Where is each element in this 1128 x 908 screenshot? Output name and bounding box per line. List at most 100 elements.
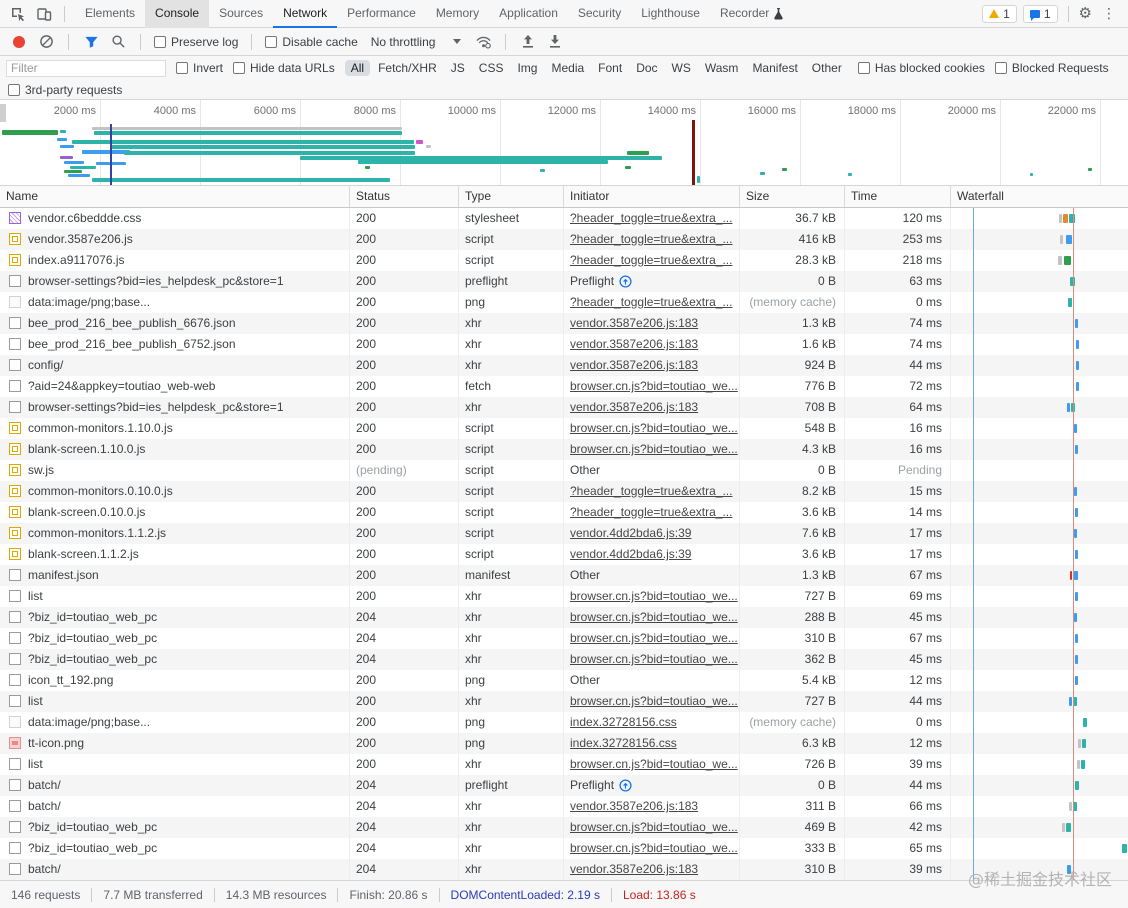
column-header-waterfall[interactable]: Waterfall: [951, 186, 1128, 207]
table-row[interactable]: blank-screen.1.1.2.js 200 script vendor.4dd…: [0, 544, 1128, 565]
cell-name[interactable]: vendor.c6beddde.css: [0, 208, 350, 229]
cell-name[interactable]: config/: [0, 355, 350, 376]
issues-badge[interactable]: 1: [1022, 4, 1058, 23]
cell-name[interactable]: ?biz_id=toutiao_web_pc: [0, 649, 350, 670]
third-party-checkbox[interactable]: [8, 83, 20, 96]
disable-cache-checkbox[interactable]: [265, 35, 278, 48]
initiator-link[interactable]: vendor.3587e206.js:183: [570, 337, 698, 351]
cell-name[interactable]: icon_tt_192.png: [0, 670, 350, 691]
cell-name[interactable]: browser-settings?bid=ies_helpdesk_pc&sto…: [0, 271, 350, 292]
table-row[interactable]: batch/204 xhr vendor.3587e206.js:183 311 B6…: [0, 796, 1128, 817]
column-header-name[interactable]: Name: [0, 186, 350, 207]
filter-type-all[interactable]: All: [344, 60, 371, 76]
table-row[interactable]: browser-settings?bid=ies_helpdesk_pc&sto…: [0, 397, 1128, 418]
search-icon[interactable]: [109, 33, 127, 51]
filter-type-font[interactable]: Font: [592, 60, 628, 76]
filter-type-doc[interactable]: Doc: [630, 60, 663, 76]
filter-type-img[interactable]: Img: [511, 60, 543, 76]
initiator-link[interactable]: browser.cn.js?bid=toutiao_we...: [570, 820, 738, 834]
column-header-type[interactable]: Type: [459, 186, 564, 207]
cell-name[interactable]: ?biz_id=toutiao_web_pc: [0, 817, 350, 838]
filter-type-js[interactable]: JS: [445, 60, 471, 76]
invert-checkbox[interactable]: [176, 62, 188, 74]
cell-name[interactable]: ?aid=24&appkey=toutiao_web-web: [0, 376, 350, 397]
initiator-link[interactable]: browser.cn.js?bid=toutiao_we...: [570, 631, 738, 645]
tab-elements[interactable]: Elements: [75, 0, 145, 28]
network-conditions-icon[interactable]: [474, 33, 492, 51]
table-row[interactable]: data:image/png;base... 200 png ?header_togg…: [0, 292, 1128, 313]
cell-name[interactable]: browser-settings?bid=ies_helpdesk_pc&sto…: [0, 397, 350, 418]
tab-network[interactable]: Network: [273, 0, 337, 28]
tab-performance[interactable]: Performance: [337, 0, 426, 28]
filter-type-fetch-xhr[interactable]: Fetch/XHR: [372, 60, 443, 76]
filter-type-media[interactable]: Media: [545, 60, 590, 76]
table-row[interactable]: manifest.json 200 manifest Other 1.3 kB 67 ms: [0, 565, 1128, 586]
initiator-link[interactable]: vendor.3587e206.js:183: [570, 316, 698, 330]
table-row[interactable]: index.a9117076.js 200 script ?header_toggle…: [0, 250, 1128, 271]
filter-type-manifest[interactable]: Manifest: [746, 60, 803, 76]
cell-name[interactable]: index.a9117076.js: [0, 250, 350, 271]
hide-data-urls-checkbox[interactable]: [233, 62, 246, 74]
table-row[interactable]: icon_tt_192.png 200 png Other 5.4 kB 12 ms: [0, 670, 1128, 691]
initiator-link[interactable]: browser.cn.js?bid=toutiao_we...: [570, 841, 738, 855]
cell-name[interactable]: list: [0, 586, 350, 607]
cell-name[interactable]: batch/: [0, 796, 350, 817]
initiator-link[interactable]: vendor.4dd2bda6.js:39: [570, 526, 691, 540]
cell-name[interactable]: list: [0, 754, 350, 775]
initiator-link[interactable]: ?header_toggle=true&extra_...: [570, 484, 732, 498]
table-row[interactable]: ?aid=24&appkey=toutiao_web-web 200 fetch br…: [0, 376, 1128, 397]
filter-input[interactable]: [6, 59, 166, 77]
table-row[interactable]: data:image/png;base... 200 png index.327281…: [0, 712, 1128, 733]
table-row[interactable]: ?biz_id=toutiao_web_pc 204 xhr browser.cn.j…: [0, 607, 1128, 628]
timeline-overview[interactable]: 2000 ms 4000 ms 6000 ms 8000 ms 10000 ms 1200…: [0, 100, 1128, 186]
preflight-request-icon[interactable]: [614, 778, 632, 792]
cell-name[interactable]: batch/: [0, 859, 350, 880]
cell-name[interactable]: blank-screen.1.1.2.js: [0, 544, 350, 565]
table-row[interactable]: ?biz_id=toutiao_web_pc 204 xhr browser.cn.j…: [0, 838, 1128, 859]
column-header-time[interactable]: Time: [845, 186, 951, 207]
table-row[interactable]: common-monitors.1.1.2.js 200 script vendor.…: [0, 523, 1128, 544]
table-row[interactable]: ?biz_id=toutiao_web_pc 204 xhr browser.cn.j…: [0, 649, 1128, 670]
filter-type-wasm[interactable]: Wasm: [699, 60, 745, 76]
cell-name[interactable]: batch/: [0, 775, 350, 796]
table-row[interactable]: blank-screen.0.10.0.js 200 script ?header_t…: [0, 502, 1128, 523]
cell-name[interactable]: blank-screen.0.10.0.js: [0, 502, 350, 523]
table-row[interactable]: common-monitors.1.10.0.js 200 script browse…: [0, 418, 1128, 439]
column-header-status[interactable]: Status: [350, 186, 459, 207]
cell-name[interactable]: bee_prod_216_bee_publish_6752.json: [0, 334, 350, 355]
cell-name[interactable]: blank-screen.1.10.0.js: [0, 439, 350, 460]
column-header-size[interactable]: Size: [740, 186, 845, 207]
cell-name[interactable]: data:image/png;base...: [0, 292, 350, 313]
table-row[interactable]: vendor.c6beddde.css 200 stylesheet ?header_…: [0, 208, 1128, 229]
cell-name[interactable]: data:image/png;base...: [0, 712, 350, 733]
table-row[interactable]: ?biz_id=toutiao_web_pc 204 xhr browser.cn.j…: [0, 817, 1128, 838]
cell-name[interactable]: common-monitors.1.1.2.js: [0, 523, 350, 544]
cell-name[interactable]: common-monitors.1.10.0.js: [0, 418, 350, 439]
tab-application[interactable]: Application: [489, 0, 568, 28]
initiator-link[interactable]: vendor.3587e206.js:183: [570, 862, 698, 876]
tab-lighthouse[interactable]: Lighthouse: [631, 0, 710, 28]
filter-type-ws[interactable]: WS: [666, 60, 697, 76]
initiator-link[interactable]: browser.cn.js?bid=toutiao_we...: [570, 652, 738, 666]
initiator-link[interactable]: browser.cn.js?bid=toutiao_we...: [570, 589, 738, 603]
initiator-link[interactable]: browser.cn.js?bid=toutiao_we...: [570, 442, 738, 456]
table-row[interactable]: bee_prod_216_bee_publish_6676.json 200 xhr…: [0, 313, 1128, 334]
table-row[interactable]: tt-icon.png 200 png index.32728156.css 6.3 k…: [0, 733, 1128, 754]
initiator-link[interactable]: vendor.4dd2bda6.js:39: [570, 547, 691, 561]
clear-network-log-icon[interactable]: [37, 33, 55, 51]
table-row[interactable]: blank-screen.1.10.0.js 200 script browser.c…: [0, 439, 1128, 460]
cell-name[interactable]: bee_prod_216_bee_publish_6676.json: [0, 313, 350, 334]
blocked-requests-checkbox[interactable]: [994, 62, 1007, 74]
initiator-link[interactable]: browser.cn.js?bid=toutiao_we...: [570, 694, 738, 708]
table-row[interactable]: vendor.3587e206.js 200 script ?header_toggl…: [0, 229, 1128, 250]
warnings-badge[interactable]: 1: [982, 4, 1017, 23]
column-header-initiator[interactable]: Initiator: [564, 186, 740, 207]
tab-memory[interactable]: Memory: [426, 0, 489, 28]
more-options-icon[interactable]: ⋮: [1098, 5, 1120, 22]
tab-recorder[interactable]: Recorder: [710, 0, 794, 28]
initiator-link[interactable]: vendor.3587e206.js:183: [570, 358, 698, 372]
domcontentloaded-time[interactable]: DOMContentLoaded: 2.19 s: [440, 888, 611, 902]
export-har-icon[interactable]: [546, 33, 564, 51]
initiator-link[interactable]: ?header_toggle=true&extra_...: [570, 211, 732, 225]
cell-name[interactable]: manifest.json: [0, 565, 350, 586]
